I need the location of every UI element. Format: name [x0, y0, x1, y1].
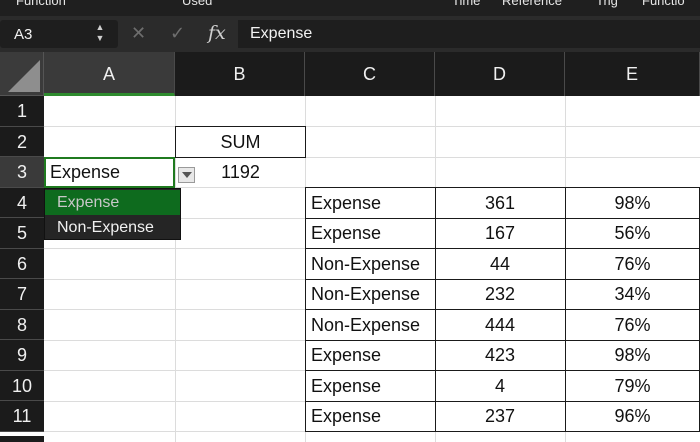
table-cell-percent[interactable]: 96% — [565, 401, 700, 431]
column-header-a[interactable]: A — [44, 52, 175, 96]
table-cell-amount[interactable]: 167 — [435, 218, 565, 248]
cell-b2-sum-header[interactable]: SUM — [175, 126, 306, 158]
table-cell-amount[interactable]: 237 — [435, 401, 565, 431]
table-cell-category[interactable]: Non-Expense — [305, 310, 435, 340]
chevron-down-icon[interactable]: ▼ — [93, 33, 107, 44]
row-header-11[interactable]: 11 — [0, 401, 44, 432]
table-cell-percent[interactable]: 98% — [565, 340, 700, 370]
cell-area[interactable]: SUM 1192 Expense Expense 361 98% Expense… — [44, 96, 700, 442]
table-cell-category[interactable]: Expense — [305, 218, 435, 248]
table-cell-percent[interactable]: 76% — [565, 249, 700, 279]
column-header-b[interactable]: B — [175, 52, 305, 96]
name-box[interactable]: A3 ▲ ▼ — [0, 20, 118, 48]
table-cell-percent[interactable]: 34% — [565, 279, 700, 309]
gridline — [44, 126, 700, 127]
formula-value: Expense — [250, 25, 313, 42]
select-all-corner[interactable] — [0, 52, 44, 96]
table-cell-amount[interactable]: 4 — [435, 371, 565, 401]
table-cell-category[interactable]: Expense — [305, 371, 435, 401]
chevron-down-icon — [182, 172, 192, 178]
ribbon-time[interactable]: Time — [452, 0, 480, 8]
row-header-8[interactable]: 8 — [0, 310, 44, 340]
table-cell-category[interactable]: Non-Expense — [305, 249, 435, 279]
active-cell-border — [44, 157, 175, 188]
name-box-stepper[interactable]: ▲ ▼ — [93, 22, 107, 46]
row-header-7[interactable]: 7 — [0, 279, 44, 310]
ribbon-reference[interactable]: Reference — [502, 0, 562, 8]
validation-dropdown-list: Expense Non-Expense — [44, 188, 181, 240]
dropdown-option-non-expense[interactable]: Non-Expense — [45, 215, 180, 240]
insert-function-icon[interactable]: fx — [208, 22, 226, 44]
row-header-10[interactable]: 10 — [0, 371, 44, 401]
dropdown-option-expense[interactable]: Expense — [45, 190, 180, 215]
chevron-up-icon[interactable]: ▲ — [93, 22, 107, 33]
table-cell-amount[interactable]: 444 — [435, 310, 565, 340]
validation-dropdown-button[interactable] — [178, 167, 195, 183]
table-cell-percent[interactable]: 56% — [565, 218, 700, 248]
spreadsheet-grid: A B C D E 1 2 3 4 5 6 7 8 9 10 11 SUM 11… — [0, 52, 700, 442]
name-box-ref: A3 — [14, 26, 33, 43]
table-cell-percent[interactable]: 79% — [565, 371, 700, 401]
confirm-icon[interactable]: ✓ — [170, 23, 185, 44]
table-cell-percent[interactable]: 76% — [565, 310, 700, 340]
table-cell-category[interactable]: Expense — [305, 401, 435, 431]
row-header-5[interactable]: 5 — [0, 218, 44, 249]
row-header-6[interactable]: 6 — [0, 249, 44, 279]
table-cell-amount[interactable]: 232 — [435, 279, 565, 309]
table-cell-amount[interactable]: 44 — [435, 249, 565, 279]
table-cell-category[interactable]: Expense — [305, 188, 435, 218]
ribbon-strip: Function Used Time Reference Trig Functi… — [0, 0, 700, 16]
table-cell-category[interactable]: Non-Expense — [305, 279, 435, 309]
column-header-c[interactable]: C — [305, 52, 435, 96]
row-header-2[interactable]: 2 — [0, 127, 44, 157]
column-header-e[interactable]: E — [565, 52, 700, 96]
ribbon-functio[interactable]: Functio — [642, 0, 685, 8]
ribbon-trig[interactable]: Trig — [596, 0, 618, 8]
row-header-1[interactable]: 1 — [0, 96, 44, 127]
ribbon-function[interactable]: Function — [16, 0, 66, 8]
formula-bar: A3 ▲ ▼ ✕ ✓ fx Expense — [0, 16, 700, 52]
cancel-icon[interactable]: ✕ — [131, 23, 146, 44]
column-header-d[interactable]: D — [435, 52, 565, 96]
row-header-3[interactable]: 3 — [0, 157, 44, 188]
select-all-triangle-icon — [8, 60, 40, 92]
ribbon-used[interactable]: Used — [182, 0, 212, 8]
formula-input[interactable]: Expense — [238, 20, 700, 48]
table-cell-category[interactable]: Expense — [305, 340, 435, 370]
table-cell-percent[interactable]: 98% — [565, 188, 700, 218]
row-header-4[interactable]: 4 — [0, 188, 44, 218]
table-cell-amount[interactable]: 361 — [435, 188, 565, 218]
row-header-12-partial — [0, 436, 44, 442]
row-header-9[interactable]: 9 — [0, 340, 44, 371]
table-cell-amount[interactable]: 423 — [435, 340, 565, 370]
